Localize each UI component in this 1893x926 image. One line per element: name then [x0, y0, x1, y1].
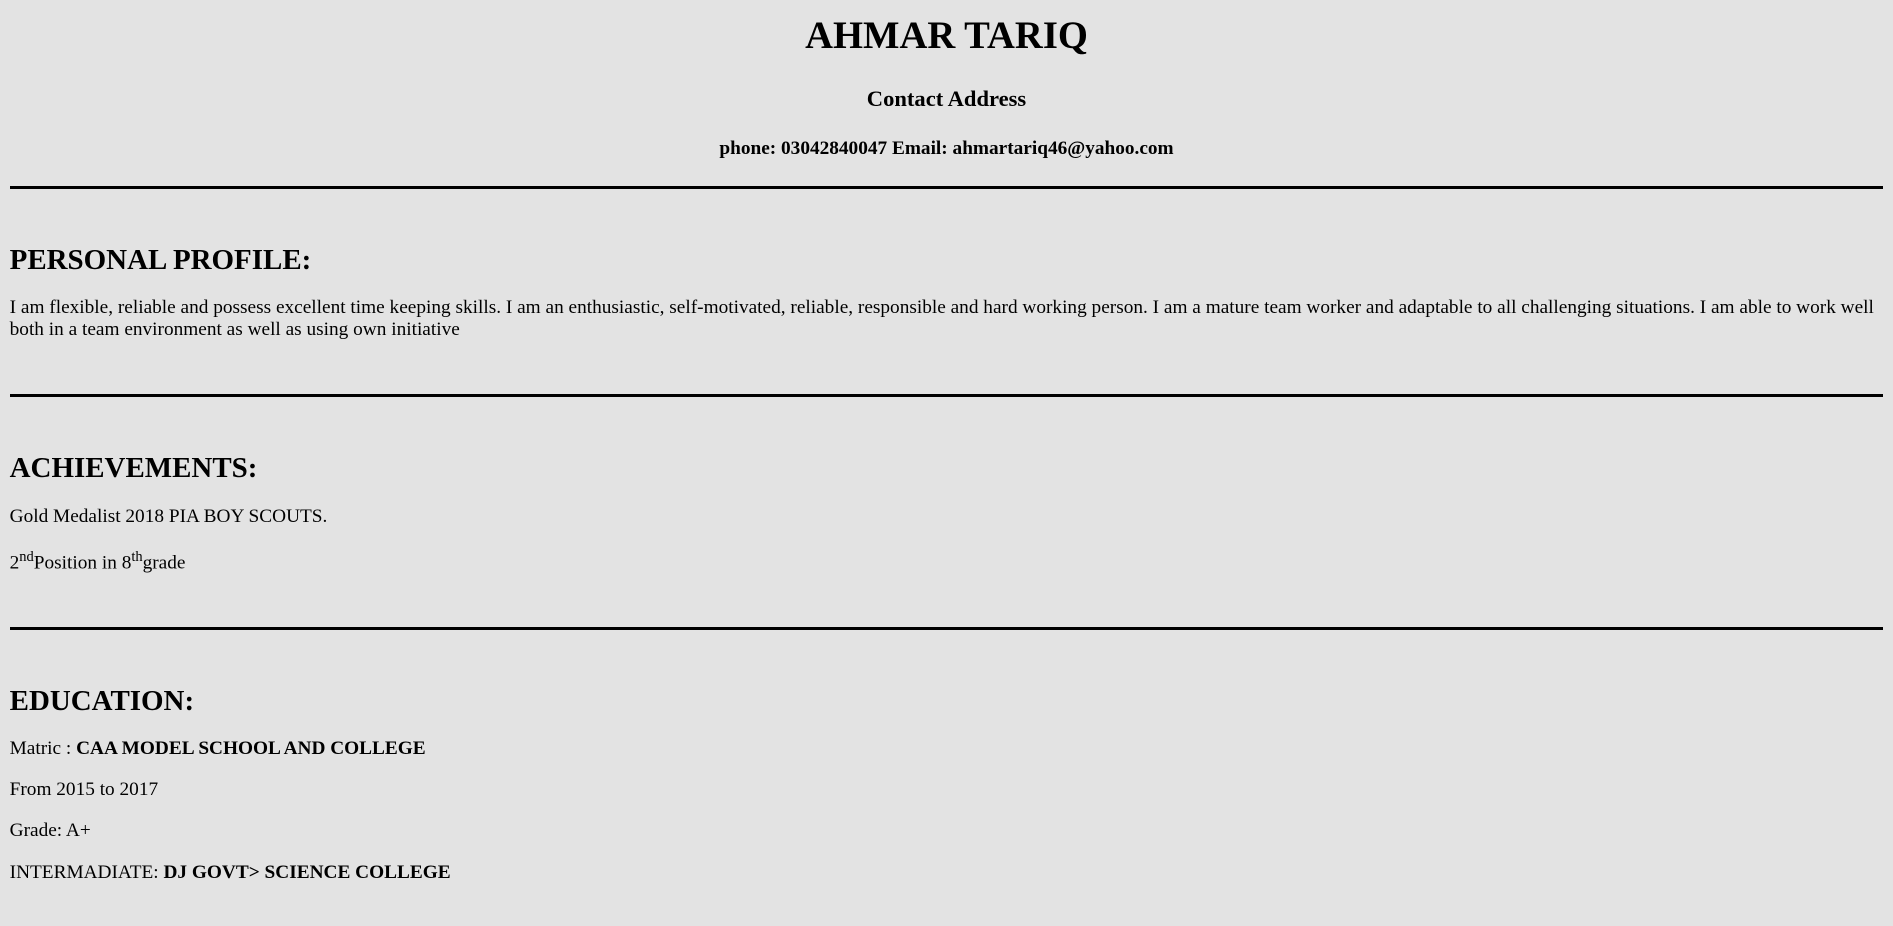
divider	[9, 185, 1884, 190]
school-name: DJ GOVT> SCIENCE COLLEGE	[163, 861, 451, 883]
text: grade	[142, 552, 186, 574]
ordinal-suffix: nd	[19, 548, 34, 565]
divider	[9, 626, 1884, 631]
education-years: From 2015 to 2017	[9, 779, 159, 801]
label: INTERMADIATE:	[9, 861, 164, 883]
education-grade: Grade: A+	[9, 820, 91, 842]
achievements-heading: ACHIEVEMENTS:	[9, 452, 258, 485]
achievement-item: 2ndPosition in 8thgrade	[10, 547, 1884, 574]
profile-heading: PERSONAL PROFILE:	[9, 244, 312, 277]
text: 2	[9, 552, 20, 574]
contact-line: phone: 03042840047 Email: ahmartariq46@y…	[719, 137, 1174, 159]
divider	[9, 393, 1884, 398]
ordinal-suffix: th	[131, 548, 143, 565]
education-heading: EDUCATION:	[9, 685, 195, 718]
education-intermediate: INTERMADIATE: DJ GOVT> SCIENCE COLLEGE	[10, 862, 1884, 884]
text: Position in 8	[33, 552, 132, 574]
contact-heading: Contact Address	[866, 85, 1027, 111]
profile-text: I am flexible, reliable and possess exce…	[9, 297, 1874, 341]
label: Matric :	[9, 738, 77, 760]
resume-name: AHMAR TARIQ	[805, 15, 1088, 58]
achievement-item: Gold Medalist 2018 PIA BOY SCOUTS.	[9, 505, 328, 527]
school-name: CAA MODEL SCHOOL AND COLLEGE	[76, 738, 426, 760]
education-matric: Matric : CAA MODEL SCHOOL AND COLLEGE	[10, 738, 1884, 760]
